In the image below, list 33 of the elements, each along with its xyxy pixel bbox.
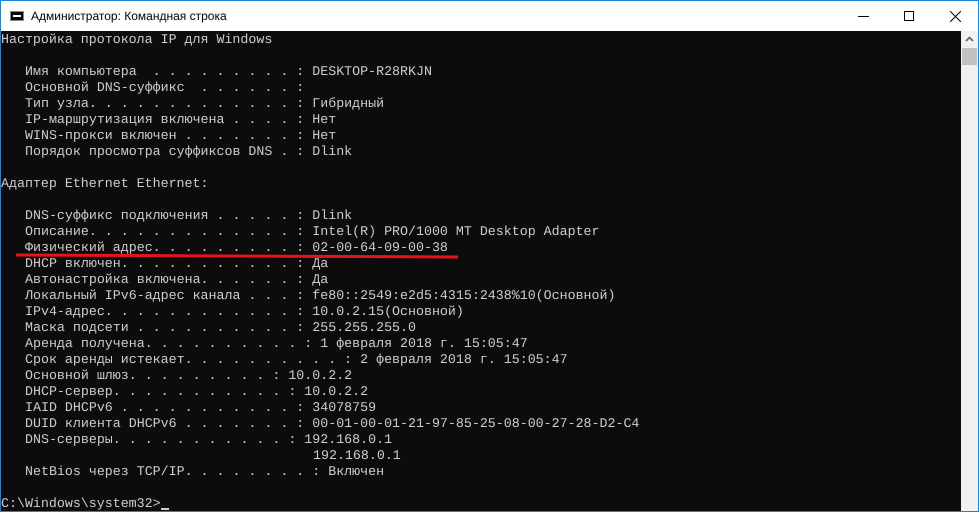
maximize-icon — [904, 11, 914, 21]
console-line: Основной DNS-суффикс . . . . . . : — [25, 80, 304, 95]
console-line: Тип узла. . . . . . . . . . . . . : Гибридный — [25, 96, 384, 111]
section-heading: Адаптер Ethernet Ethernet: — [1, 176, 208, 191]
window-title: Администратор: Командная строка — [31, 8, 227, 25]
console-line: Описание. . . . . . . . . . . . . : Intel(R) PRO/1000 MT Desktop Adapter — [25, 224, 600, 239]
console-line: Срок аренды истекает. . . . . . . . . . : 2 февраля 2018 г. 15:05:47 — [25, 352, 568, 367]
command-prompt: C:\Windows\system32> — [1, 496, 161, 511]
console-line: Аренда получена. . . . . . . . . . : 1 февраля 2018 г. 15:05:47 — [25, 336, 528, 351]
scrollbar-thumb[interactable] — [962, 48, 977, 65]
console-line: IPv4-адрес. . . . . . . . . . . . : 10.0.2.15(Основной) — [25, 304, 464, 319]
console-line: DNS-серверы. . . . . . . . . . . : 192.168.0.1 — [25, 432, 392, 447]
console-app-icon — [10, 11, 24, 21]
console-line: WINS-прокси включен . . . . . . . : Нет — [25, 128, 336, 143]
console-line: DUID клиента DHCPv6 . . . . . . . : 00-01-00-01-21-97-85-25-08-00-27-28-D2-C4 — [25, 416, 640, 431]
text-cursor — [160, 508, 169, 510]
console-line: Автонастройка включена. . . . . . : Да — [25, 272, 328, 287]
console-line: NetBios через TCP/IP. . . . . . . . : Включен — [25, 464, 384, 479]
console-line: IAID DHCPv6 . . . . . . . . . . . : 34078759 — [25, 400, 376, 415]
console-line: DHCP включен. . . . . . . . . . . : Да — [25, 256, 328, 271]
console-line: IP-маршрутизация включена . . . . : Нет — [25, 112, 336, 127]
console-line: DNS-суффикс подключения . . . . . : Dlink — [25, 208, 352, 223]
console-line: DHCP-сервер. . . . . . . . . . . : 10.0.2.2 — [25, 384, 368, 399]
console-line: Порядок просмотра суффиксов DNS . : Dlink — [25, 144, 352, 159]
console-line: Физический адрес. . . . . . . . . : 02-00-64-09-00-38 — [25, 240, 448, 255]
console-line: Локальный IPv6-адрес канала . . . : fe80::2549:e2d5:4315:2438%10(Основной) — [25, 288, 616, 303]
close-icon — [950, 10, 960, 22]
console-line: Маска подсети . . . . . . . . . . : 255.255.255.0 — [25, 320, 416, 335]
section-heading: Настройка протокола IP для Windows — [1, 32, 272, 47]
console-line: 192.168.0.1 — [313, 448, 401, 463]
console-line: Основной шлюз. . . . . . . . . : 10.0.2.2 — [25, 368, 352, 383]
scroll-up-icon[interactable] — [965, 36, 974, 42]
console-line: Имя компьютера . . . . . . . . . : DESKTOP-R28RKJN — [25, 64, 432, 79]
